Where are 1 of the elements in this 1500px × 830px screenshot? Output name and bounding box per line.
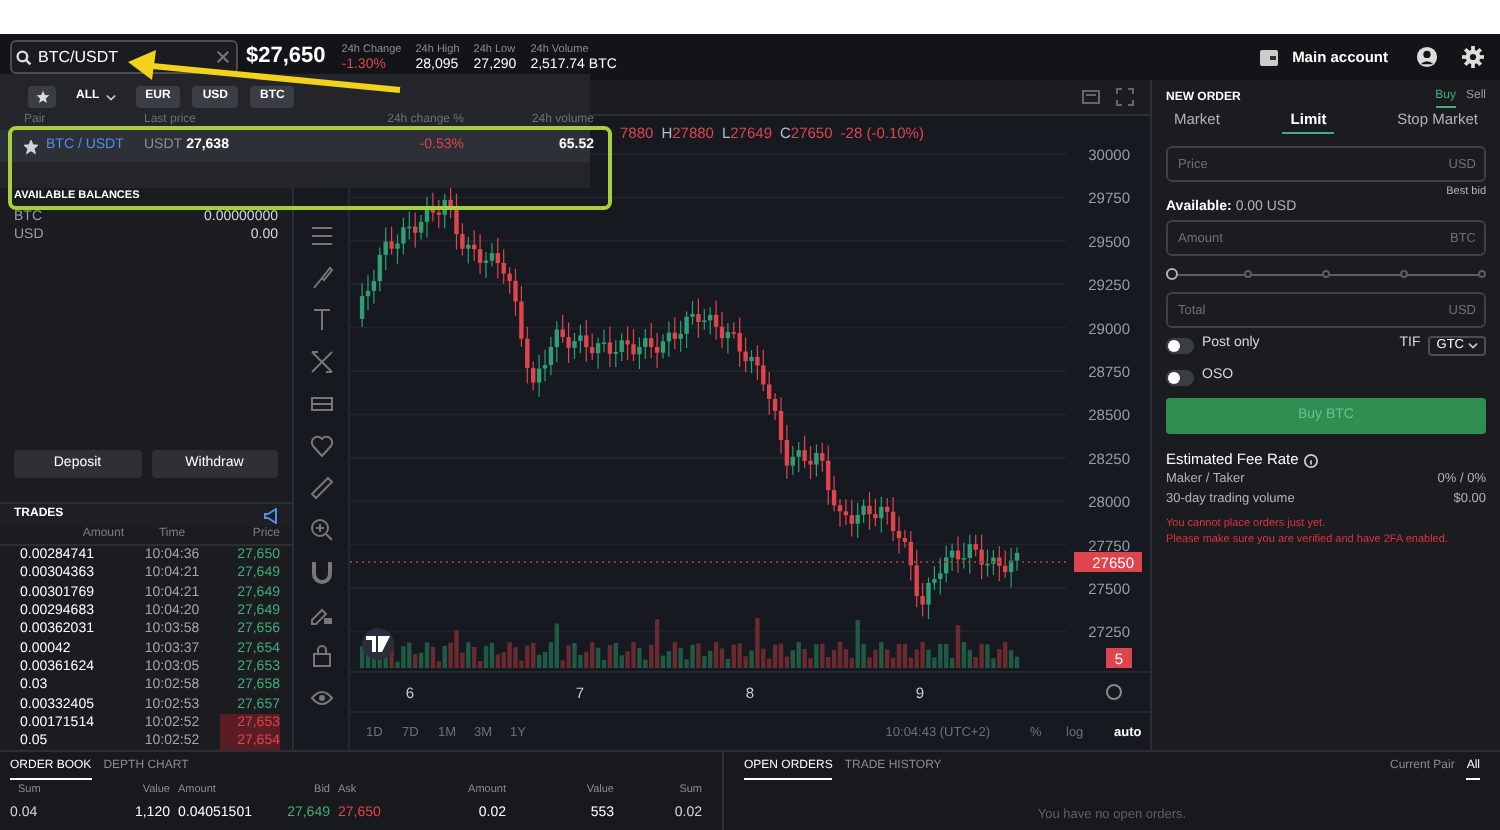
last-price: $27,650 (246, 42, 326, 73)
